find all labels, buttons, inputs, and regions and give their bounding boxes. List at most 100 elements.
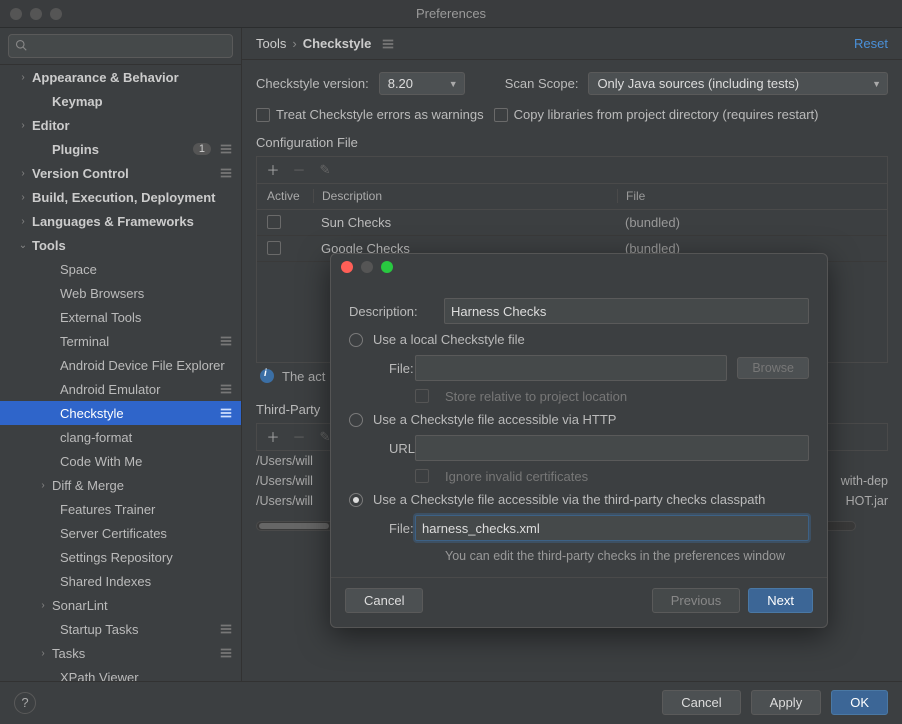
chevron-icon: › (14, 216, 32, 227)
settings-tree[interactable]: ›Appearance & BehaviorKeymap›EditorPlugi… (0, 65, 241, 681)
classpath-file-label: File: (349, 521, 405, 536)
description-input[interactable] (444, 298, 809, 324)
chevron-icon: › (34, 648, 52, 659)
scrollbar-thumb[interactable] (259, 523, 329, 529)
help-button[interactable]: ? (14, 692, 36, 714)
sidebar-item-shared-indexes[interactable]: Shared Indexes (0, 569, 241, 593)
sidebar-item-space[interactable]: Space (0, 257, 241, 281)
sidebar-item-label: Code With Me (60, 454, 233, 469)
local-file-input[interactable] (415, 355, 727, 381)
sidebar-item-web-browsers[interactable]: Web Browsers (0, 281, 241, 305)
option-local-radio[interactable]: Use a local Checkstyle file (349, 332, 809, 347)
sidebar-item-tasks[interactable]: ›Tasks (0, 641, 241, 665)
close-window-icon[interactable] (10, 8, 22, 20)
active-checkbox[interactable] (267, 241, 281, 255)
sidebar-item-label: Android Device File Explorer (60, 358, 233, 373)
chevron-down-icon: ▼ (872, 79, 881, 89)
version-select[interactable]: 8.20▼ (379, 72, 465, 95)
col-active-header[interactable]: Active (257, 189, 313, 203)
sidebar-item-code-with-me[interactable]: Code With Me (0, 449, 241, 473)
chevron-icon: › (14, 192, 32, 203)
sidebar-item-startup-tasks[interactable]: Startup Tasks (0, 617, 241, 641)
project-settings-icon (219, 622, 233, 636)
modal-titlebar[interactable] (331, 254, 827, 280)
sidebar-item-android-device-file-explorer[interactable]: Android Device File Explorer (0, 353, 241, 377)
option-http-radio[interactable]: Use a Checkstyle file accessible via HTT… (349, 412, 809, 427)
sidebar-item-label: Space (60, 262, 233, 277)
breadcrumb-root[interactable]: Tools (256, 36, 286, 51)
local-file-label: File: (349, 361, 405, 376)
breadcrumb: Tools › Checkstyle Reset (242, 28, 902, 60)
sidebar-item-label: Diff & Merge (52, 478, 233, 493)
apply-button[interactable]: Apply (751, 690, 822, 715)
copy-libraries-checkbox[interactable]: Copy libraries from project directory (r… (494, 107, 819, 123)
modal-next-button[interactable]: Next (748, 588, 813, 613)
browse-button[interactable]: Browse (737, 357, 809, 379)
search-input-wrapper[interactable] (8, 34, 233, 58)
description-label: Description: (349, 304, 434, 319)
sidebar-item-build-execution-deployment[interactable]: ›Build, Execution, Deployment (0, 185, 241, 209)
reset-link[interactable]: Reset (854, 36, 888, 51)
sidebar-item-editor[interactable]: ›Editor (0, 113, 241, 137)
sidebar-item-android-emulator[interactable]: Android Emulator (0, 377, 241, 401)
sidebar-item-diff-merge[interactable]: ›Diff & Merge (0, 473, 241, 497)
scan-scope-select[interactable]: Only Java sources (including tests)▼ (588, 72, 888, 95)
option-classpath-radio[interactable]: Use a Checkstyle file accessible via the… (349, 492, 809, 507)
sidebar-item-label: Version Control (32, 166, 215, 181)
project-settings-icon (219, 406, 233, 420)
url-input[interactable] (415, 435, 809, 461)
sidebar-item-label: Editor (32, 118, 233, 133)
project-settings-icon (219, 646, 233, 660)
sidebar-item-label: Plugins (52, 142, 193, 157)
sidebar-item-xpath-viewer[interactable]: XPath Viewer (0, 665, 241, 681)
chevron-icon: › (34, 480, 52, 491)
remove-button[interactable]: － (287, 426, 311, 448)
sidebar-item-languages-frameworks[interactable]: ›Languages & Frameworks (0, 209, 241, 233)
zoom-window-icon[interactable] (50, 8, 62, 20)
edit-button[interactable]: ✎ (313, 159, 337, 181)
minimize-icon (361, 261, 373, 273)
modal-previous-button[interactable]: Previous (652, 588, 741, 613)
sidebar-item-external-tools[interactable]: External Tools (0, 305, 241, 329)
table-row[interactable]: Sun Checks(bundled) (257, 210, 887, 236)
sidebar-item-server-certificates[interactable]: Server Certificates (0, 521, 241, 545)
ok-button[interactable]: OK (831, 690, 888, 715)
config-toolbar: ＋ － ✎ (256, 156, 888, 184)
dialog-footer: ? Cancel Apply OK (0, 681, 902, 723)
search-input[interactable] (31, 39, 226, 53)
sidebar-item-label: Settings Repository (60, 550, 233, 565)
sidebar-item-appearance-behavior[interactable]: ›Appearance & Behavior (0, 65, 241, 89)
minimize-window-icon[interactable] (30, 8, 42, 20)
sidebar-item-features-trainer[interactable]: Features Trainer (0, 497, 241, 521)
add-button[interactable]: ＋ (261, 159, 285, 181)
classpath-file-input[interactable] (415, 515, 809, 541)
window-title: Preferences (0, 6, 902, 21)
sidebar-item-checkstyle[interactable]: Checkstyle (0, 401, 241, 425)
window-controls[interactable] (10, 8, 62, 20)
row-file: (bundled) (617, 215, 887, 230)
col-file-header[interactable]: File (617, 189, 887, 203)
sidebar-item-label: Keymap (52, 94, 233, 109)
cancel-button[interactable]: Cancel (662, 690, 740, 715)
sidebar-item-label: Features Trainer (60, 502, 233, 517)
close-icon[interactable] (341, 261, 353, 273)
add-button[interactable]: ＋ (261, 426, 285, 448)
search-icon (15, 39, 27, 54)
treat-warnings-checkbox[interactable]: Treat Checkstyle errors as warnings (256, 107, 484, 123)
sidebar-item-label: Server Certificates (60, 526, 233, 541)
col-desc-header[interactable]: Description (313, 189, 617, 203)
sidebar-item-tools[interactable]: ⌄Tools (0, 233, 241, 257)
config-file-heading: Configuration File (256, 135, 888, 150)
zoom-icon[interactable] (381, 261, 393, 273)
sidebar-item-plugins[interactable]: Plugins1 (0, 137, 241, 161)
active-checkbox[interactable] (267, 215, 281, 229)
sidebar-item-terminal[interactable]: Terminal (0, 329, 241, 353)
sidebar-item-version-control[interactable]: ›Version Control (0, 161, 241, 185)
sidebar-item-sonarlint[interactable]: ›SonarLint (0, 593, 241, 617)
project-settings-icon (219, 382, 233, 396)
sidebar-item-settings-repository[interactable]: Settings Repository (0, 545, 241, 569)
remove-button[interactable]: － (287, 159, 311, 181)
modal-cancel-button[interactable]: Cancel (345, 588, 423, 613)
sidebar-item-clang-format[interactable]: clang-format (0, 425, 241, 449)
sidebar-item-keymap[interactable]: Keymap (0, 89, 241, 113)
